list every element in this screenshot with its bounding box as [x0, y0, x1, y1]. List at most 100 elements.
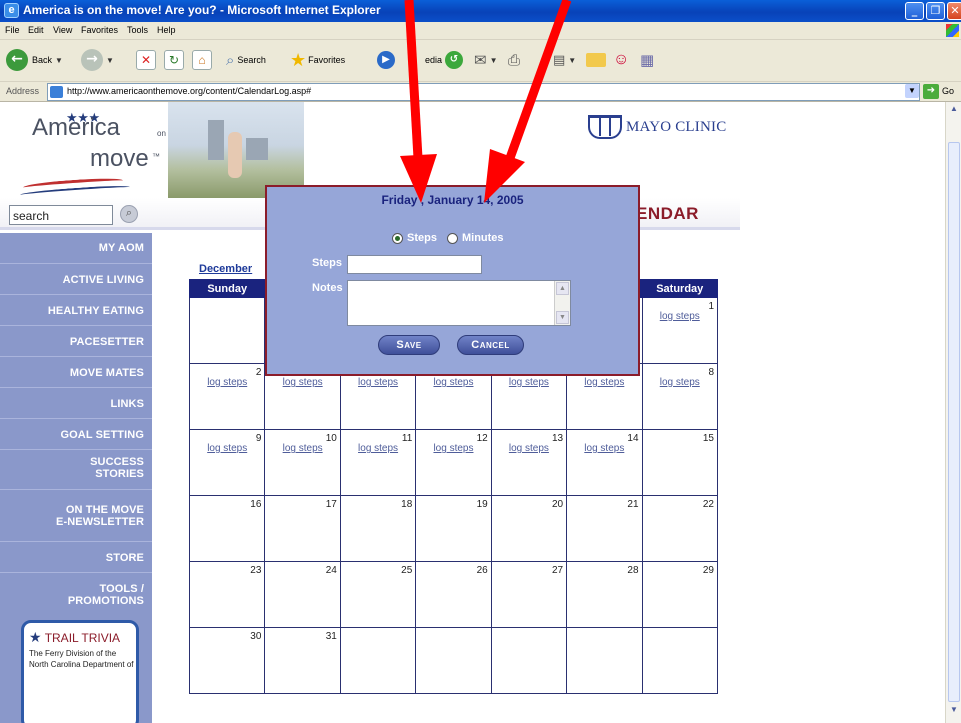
messenger-button[interactable]: ☺	[613, 48, 629, 72]
radio-minutes[interactable]	[446, 232, 458, 244]
menu-tools[interactable]: Tools	[127, 25, 148, 35]
log-steps-link[interactable]: log steps	[643, 377, 717, 388]
log-steps-link[interactable]: log steps	[341, 377, 415, 388]
minimize-button[interactable]: _	[905, 2, 924, 20]
search-go-icon[interactable]: ⌕	[120, 205, 138, 223]
day-number: 25	[401, 565, 413, 576]
scroll-down-icon[interactable]: ▼	[556, 311, 569, 324]
calendar-day-cell: 26	[415, 561, 492, 628]
dialog-date: Friday , January 14, 2005	[381, 193, 524, 207]
print-button[interactable]: ⎙	[508, 48, 520, 72]
nav-item-goal-setting[interactable]: Goal Setting	[0, 419, 152, 450]
nav-item-e-newsletter[interactable]: On the Move E-Newsletter	[0, 490, 152, 542]
address-dropdown-icon[interactable]: ▼	[905, 84, 919, 98]
nav-item-tools-promotions[interactable]: Tools / Promotions	[0, 573, 152, 617]
back-dropdown-icon[interactable]: ▼	[55, 56, 63, 65]
mayo-clinic-logo[interactable]: MAYO CLINIC	[588, 115, 726, 139]
forward-button[interactable]: → ▼	[81, 48, 114, 72]
browser-window: e America is on the move! Are you? - Mic…	[0, 0, 961, 723]
mail-icon: ✉	[474, 52, 487, 69]
log-steps-link[interactable]: log steps	[567, 377, 641, 388]
go-arrow-icon[interactable]: ➜	[923, 84, 939, 99]
edit-dropdown-icon[interactable]: ▼	[568, 56, 576, 65]
calendar-day-cell	[188, 297, 266, 364]
go-label[interactable]: Go	[942, 86, 954, 96]
nav-item-active-living[interactable]: Active Living	[0, 264, 152, 295]
logo-text-america[interactable]: America	[32, 114, 120, 142]
edit-page-icon: ▤	[553, 52, 566, 67]
messenger-icon: ☺	[613, 51, 630, 68]
refresh-button[interactable]: ↻	[164, 48, 184, 72]
log-steps-link[interactable]: log steps	[190, 443, 264, 454]
stop-button[interactable]: ✕	[136, 48, 156, 72]
radio-steps[interactable]	[392, 232, 403, 244]
magnifier-icon: ⌕	[226, 51, 235, 69]
nav-item-links[interactable]: Links	[0, 388, 152, 419]
trivia-title-text: TRAIL TRIVIA	[44, 631, 121, 645]
log-steps-link[interactable]: log steps	[492, 377, 566, 388]
save-button[interactable]: Save	[378, 335, 440, 355]
menu-view[interactable]: View	[53, 25, 72, 35]
folder-icon	[586, 53, 606, 67]
forward-arrow-icon: →	[81, 49, 103, 71]
calendar-day-cell: 21	[566, 495, 643, 562]
nav-item-store[interactable]: Store	[0, 542, 152, 573]
research-button[interactable]: ▦	[640, 48, 654, 72]
forward-dropdown-icon[interactable]: ▼	[106, 56, 114, 65]
log-steps-link[interactable]: log steps	[190, 377, 264, 388]
scrollbar-thumb[interactable]	[948, 142, 960, 702]
history-button[interactable]: ↺	[445, 48, 463, 72]
cancel-button[interactable]: Cancel	[457, 335, 524, 355]
search-input[interactable]: search	[9, 205, 113, 225]
log-steps-link[interactable]: log steps	[341, 443, 415, 454]
log-steps-link[interactable]: log steps	[416, 377, 490, 388]
nav-item-healthy-eating[interactable]: Healthy Eating	[0, 295, 152, 326]
close-button[interactable]: ✕	[947, 2, 961, 20]
media-icon: ▶	[377, 51, 395, 69]
scroll-down-arrow-icon[interactable]: ▼	[948, 705, 960, 717]
media-button[interactable]: ▶ edia	[377, 48, 442, 72]
prev-month-link[interactable]: December	[199, 263, 252, 275]
nav-item-my-aom[interactable]: My AOM	[0, 233, 152, 264]
menu-file[interactable]: File	[5, 25, 20, 35]
menu-edit[interactable]: Edit	[28, 25, 44, 35]
favorites-button[interactable]: ★ Favorites	[290, 48, 345, 72]
log-steps-link[interactable]: log steps	[643, 311, 717, 322]
log-steps-link[interactable]: log steps	[492, 443, 566, 454]
logo-text-move[interactable]: move	[90, 145, 149, 173]
maximize-button[interactable]: ❐	[926, 2, 945, 20]
radio-steps-label[interactable]: Steps	[407, 232, 437, 244]
radio-minutes-label[interactable]: Minutes	[462, 232, 504, 244]
mail-dropdown-icon[interactable]: ▼	[490, 56, 498, 65]
mail-button[interactable]: ✉ ▼	[474, 48, 498, 72]
nav-item-move-mates[interactable]: Move Mates	[0, 357, 152, 388]
nav-item-success-stories[interactable]: Success Stories	[0, 450, 152, 490]
log-steps-link[interactable]: log steps	[567, 443, 641, 454]
notes-scrollbar[interactable]: ▲ ▼	[554, 281, 570, 325]
ie-icon: e	[4, 3, 19, 18]
page-scrollbar[interactable]: ▲ ▼	[945, 102, 961, 723]
window-title: America is on the move! Are you? - Micro…	[23, 3, 381, 17]
back-button[interactable]: ← Back ▼	[6, 48, 63, 72]
menu-favorites[interactable]: Favorites	[81, 25, 118, 35]
log-steps-link[interactable]: log steps	[265, 443, 339, 454]
calendar-day-cell: 28	[566, 561, 643, 628]
scroll-up-arrow-icon[interactable]: ▲	[948, 104, 960, 116]
menu-help[interactable]: Help	[157, 25, 176, 35]
address-input[interactable]: http://www.americaonthemove.org/content/…	[47, 83, 920, 101]
calendar-day-cell: 10 log steps	[264, 429, 341, 496]
log-steps-link[interactable]: log steps	[265, 377, 339, 388]
trail-trivia-title: ★ TRAIL TRIVIA	[29, 629, 120, 646]
log-steps-link[interactable]: log steps	[416, 443, 490, 454]
search-button[interactable]: ⌕ Search	[226, 48, 266, 72]
home-button[interactable]: ⌂	[192, 48, 212, 72]
nav-item-pacesetter[interactable]: Pacesetter	[0, 326, 152, 357]
folder-button[interactable]	[586, 48, 606, 72]
calendar-day-cell: 29	[641, 561, 719, 628]
scroll-up-icon[interactable]: ▲	[556, 282, 569, 295]
notes-textarea[interactable]: ▲ ▼	[347, 280, 571, 326]
edit-button[interactable]: ▤ ▼	[553, 48, 576, 72]
toolbar: ← Back ▼ → ▼ ✕ ↻ ⌂ ⌕ Search ★ Favorites …	[0, 40, 961, 82]
nav-label: On the Move	[65, 504, 144, 516]
steps-input[interactable]	[347, 255, 482, 274]
